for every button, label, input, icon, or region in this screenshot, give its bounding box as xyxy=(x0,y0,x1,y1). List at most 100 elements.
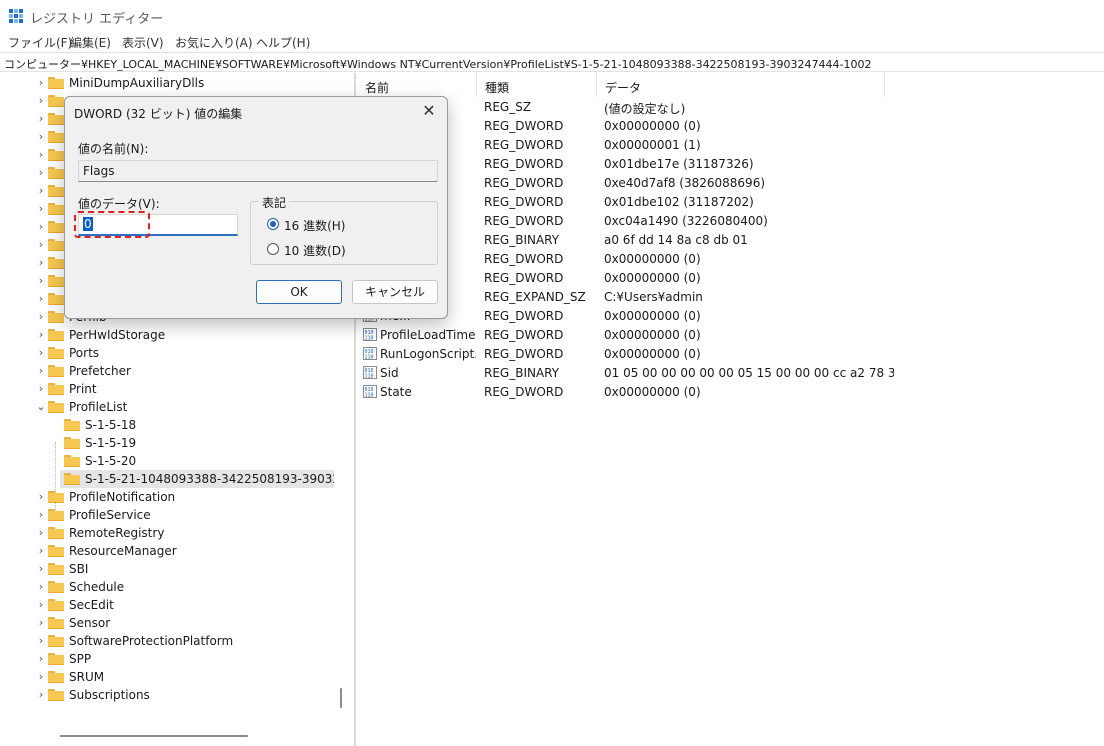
chevron-right-icon[interactable]: › xyxy=(36,581,46,593)
table-row[interactable]: 010110me...REG_DWORD0x00000000 (0) xyxy=(357,306,1104,325)
close-icon[interactable]: ✕ xyxy=(419,101,439,121)
dialog-title: DWORD (32 ビット) 値の編集 xyxy=(74,107,243,121)
ok-button[interactable]: OK xyxy=(256,280,342,304)
table-row[interactable]: 010110ote...REG_DWORD0x00000000 (0) xyxy=(357,249,1104,268)
decimal-radio-label[interactable]: 10 進数(D) xyxy=(284,242,346,259)
table-row[interactable]: 010110nlo...REG_DWORD0xc04a1490 (3226080… xyxy=(357,211,1104,230)
tree-node[interactable]: › Subscriptions xyxy=(0,686,334,704)
tree-node[interactable]: › ProfileNotification xyxy=(0,488,334,506)
address-bar[interactable]: コンピューター¥HKEY_LOCAL_MACHINE¥SOFTWARE¥Micr… xyxy=(0,52,1104,72)
hex-radio[interactable] xyxy=(267,218,279,230)
column-header-data[interactable]: データ xyxy=(597,73,885,97)
tree-node[interactable]: › Ports xyxy=(0,344,334,362)
table-row[interactable]: 010 110 State REG_DWORD 0x00000000 (0) xyxy=(357,382,1104,401)
tree-node[interactable]: › SPP xyxy=(0,650,334,668)
chevron-right-icon[interactable]: › xyxy=(36,311,46,323)
table-row[interactable]: abREG_SZ(値の設定なし) xyxy=(357,97,1104,116)
table-row[interactable]: 010110ote...REG_DWORD0x00000000 (0) xyxy=(357,268,1104,287)
table-row[interactable]: 010 110 RunLogonScript... REG_DWORD 0x000000… xyxy=(357,344,1104,363)
value-type-cell: REG_DWORD xyxy=(484,176,564,190)
chevron-right-icon[interactable]: › xyxy=(36,563,46,575)
cancel-button[interactable]: キャンセル xyxy=(352,280,438,304)
table-row[interactable]: 010110ProfileLoadTime... REG_DWORD 0x00000… xyxy=(357,325,1104,344)
chevron-right-icon[interactable]: › xyxy=(36,149,46,161)
value-data-cell: 0x00000000 (0) xyxy=(604,119,701,133)
chevron-right-icon[interactable]: › xyxy=(36,293,46,305)
tree-node[interactable]: › SoftwareProtectionPlatform xyxy=(0,632,334,650)
tree-horizontal-scrollbar[interactable] xyxy=(60,735,248,737)
chevron-right-icon[interactable]: › xyxy=(36,77,46,89)
values-list-pane[interactable]: 名前 種類 データ abREG_SZ(値の設定なし)010110REG_DWOR… xyxy=(357,73,1104,746)
tree-node[interactable]: S-1-5-19 xyxy=(0,434,334,452)
chevron-right-icon[interactable]: › xyxy=(36,203,46,215)
chevron-right-icon[interactable]: › xyxy=(36,509,46,521)
chevron-right-icon[interactable]: › xyxy=(36,491,46,503)
chevron-right-icon[interactable]: › xyxy=(36,131,46,143)
table-row[interactable]: 010110REG_DWORD0x00000000 (0) xyxy=(357,116,1104,135)
tree-node[interactable]: › MiniDumpAuxiliaryDlls xyxy=(0,74,334,92)
value-data-cell: 0x00000000 (0) xyxy=(604,309,701,323)
tree-node[interactable]: › Print xyxy=(0,380,334,398)
menu-edit[interactable]: 編集(E) xyxy=(70,34,111,51)
chevron-right-icon[interactable]: › xyxy=(36,347,46,359)
value-type-cell: REG_DWORD xyxy=(484,214,564,228)
chevron-right-icon[interactable]: › xyxy=(36,239,46,251)
menu-help[interactable]: ヘルプ(H) xyxy=(256,34,310,51)
tree-node[interactable]: S-1-5-21-1048093388-3422508193-390324744… xyxy=(60,470,334,488)
table-row[interactable]: 010 110 Sid REG_BINARY 01 05 00 00 00 00 00 … xyxy=(357,363,1104,382)
table-row[interactable]: 010110nlo...REG_DWORD0x01dbe102 (3118720… xyxy=(357,192,1104,211)
chevron-right-icon[interactable]: › xyxy=(36,113,46,125)
menu-favorites[interactable]: お気に入り(A) xyxy=(175,34,253,51)
chevron-right-icon[interactable]: › xyxy=(36,167,46,179)
tree-node[interactable]: › SBI xyxy=(0,560,334,578)
chevron-right-icon[interactable]: › xyxy=(36,185,46,197)
window-title: レジストリ エディター xyxy=(30,12,164,27)
chevron-right-icon[interactable]: › xyxy=(36,275,46,287)
chevron-right-icon[interactable]: › xyxy=(36,653,46,665)
menu-view[interactable]: 表示(V) xyxy=(122,34,164,51)
chevron-right-icon[interactable]: › xyxy=(36,671,46,683)
address-path[interactable]: コンピューター¥HKEY_LOCAL_MACHINE¥SOFTWARE¥Micr… xyxy=(4,56,871,72)
chevron-right-icon[interactable]: › xyxy=(36,545,46,557)
column-header-type[interactable]: 種類 xyxy=(477,73,597,97)
chevron-right-icon[interactable]: › xyxy=(36,365,46,377)
tree-node[interactable]: › Schedule xyxy=(0,578,334,596)
table-row[interactable]: 010110oad...REG_DWORD0x01dbe17e (3118732… xyxy=(357,154,1104,173)
folder-icon xyxy=(48,581,64,593)
chevron-right-icon[interactable]: › xyxy=(36,635,46,647)
value-type-cell: REG_DWORD xyxy=(484,157,564,171)
tree-vertical-scrollbar[interactable] xyxy=(340,688,342,708)
chevron-down-icon[interactable]: ⌄ xyxy=(36,401,46,413)
table-row[interactable]: 010110REG_DWORD0x00000001 (1) xyxy=(357,135,1104,154)
tree-node[interactable]: › ResourceManager xyxy=(0,542,334,560)
table-row[interactable]: abPathREG_EXPAND_SZC:¥Users¥admin xyxy=(357,287,1104,306)
tree-node[interactable]: › PerHwIdStorage xyxy=(0,326,334,344)
chevron-right-icon[interactable]: › xyxy=(36,599,46,611)
tree-node[interactable]: S-1-5-18 xyxy=(0,416,334,434)
chevron-right-icon[interactable]: › xyxy=(36,257,46,269)
chevron-right-icon[interactable]: › xyxy=(36,95,46,107)
hex-radio-label[interactable]: 16 進数(H) xyxy=(284,217,345,234)
tree-node[interactable]: ⌄ ProfileList xyxy=(0,398,334,416)
tree-node[interactable]: › Sensor xyxy=(0,614,334,632)
tree-node[interactable]: › ProfileService xyxy=(0,506,334,524)
chevron-right-icon[interactable]: › xyxy=(36,383,46,395)
chevron-right-icon[interactable]: › xyxy=(36,221,46,233)
tree-node-label: MiniDumpAuxiliaryDlls xyxy=(69,76,205,90)
chevron-right-icon[interactable]: › xyxy=(36,617,46,629)
table-row[interactable]: 010110oad...REG_DWORD0xe40d7af8 (3826088… xyxy=(357,173,1104,192)
chevron-right-icon[interactable]: › xyxy=(36,689,46,701)
decimal-radio[interactable] xyxy=(267,243,279,255)
chevron-right-icon[interactable]: › xyxy=(36,527,46,539)
tree-node[interactable]: › SecEdit xyxy=(0,596,334,614)
menu-file[interactable]: ファイル(F) xyxy=(8,34,72,51)
column-header-name[interactable]: 名前 xyxy=(357,73,477,97)
tree-node[interactable]: › SRUM xyxy=(0,668,334,686)
chevron-right-icon[interactable]: › xyxy=(36,329,46,341)
tree-node-label: SPP xyxy=(69,652,92,666)
tree-node[interactable]: › Prefetcher xyxy=(0,362,334,380)
table-row[interactable]: 010110REG_BINARYa0 6f dd 14 8a c8 db 01 xyxy=(357,230,1104,249)
tree-node[interactable]: › RemoteRegistry xyxy=(0,524,334,542)
folder-icon xyxy=(48,365,64,377)
tree-node[interactable]: S-1-5-20 xyxy=(0,452,334,470)
